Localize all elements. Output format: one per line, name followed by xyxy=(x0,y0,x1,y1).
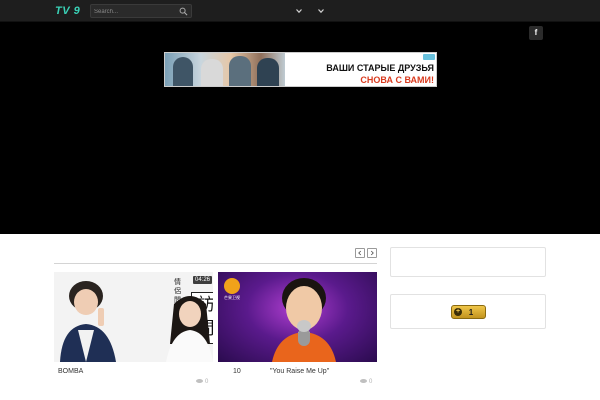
ad-person xyxy=(229,56,251,86)
video-view-count: 0 xyxy=(360,378,372,386)
search-box xyxy=(90,4,192,18)
advertisement-banner[interactable]: ВАШИ СТАРЫЕ ДРУЗЬЯ СНОВА С ВАМИ! xyxy=(164,52,437,87)
hero-player-area: f ВАШИ СТАРЫЕ ДРУЗЬЯ СНОВА С ВАМИ! xyxy=(0,22,600,234)
menu-dropdown-2-chevron-down-icon[interactable] xyxy=(317,7,325,15)
view-count-value: 0 xyxy=(369,379,373,385)
eye-icon xyxy=(360,379,367,384)
eye-icon xyxy=(196,379,203,384)
menu-dropdown-1-chevron-down-icon[interactable] xyxy=(295,7,303,15)
search-input[interactable] xyxy=(94,6,178,17)
video-thumbnail-1[interactable]: 情侶問 訪問 xyxy=(54,272,213,362)
ad-subheadline: СНОВА С ВАМИ! xyxy=(360,75,434,85)
ad-person xyxy=(257,58,279,86)
channel-logo-icon xyxy=(224,278,240,294)
video-thumbnail-2[interactable]: 芒果卫视 xyxy=(218,272,377,362)
ad-headline: ВАШИ СТАРЫЕ ДРУЗЬЯ xyxy=(326,63,434,73)
carousel-next-button[interactable] xyxy=(367,248,377,258)
video-duration-badge: 04:26 xyxy=(193,276,213,284)
video-view-count: 0 xyxy=(196,378,208,386)
video-title-link[interactable]: "You Raise Me Up" xyxy=(270,367,329,376)
ad-person xyxy=(173,57,193,86)
thumbnail-person xyxy=(272,278,336,362)
view-count-value: 0 xyxy=(205,379,209,385)
thumbnail-person xyxy=(60,281,116,362)
top-navbar: TV 9 xyxy=(0,0,600,22)
ad-photo xyxy=(165,53,285,86)
sidebar-widget-empty xyxy=(390,247,546,277)
plus-one-button[interactable]: + 1 xyxy=(451,305,486,319)
channel-logo-text: 芒果卫视 xyxy=(224,295,240,300)
search-icon[interactable] xyxy=(179,7,188,16)
video-title-prefix: 10 xyxy=(233,368,241,375)
video-title-link[interactable]: BOMBA xyxy=(58,367,83,376)
thumbnail-person xyxy=(166,296,213,362)
carousel-prev-button[interactable] xyxy=(355,248,365,258)
sidebar-widget-counter: + 1 xyxy=(390,294,546,329)
site-logo[interactable]: TV 9 xyxy=(55,5,80,18)
facebook-share-button[interactable]: f xyxy=(529,26,543,40)
section-divider xyxy=(54,263,377,264)
plus-one-count: 1 xyxy=(468,308,474,317)
ad-person xyxy=(201,59,223,86)
ad-choices-icon[interactable] xyxy=(423,54,435,60)
plus-icon: + xyxy=(454,308,462,316)
chevron-right-icon xyxy=(370,250,374,256)
facebook-icon: f xyxy=(534,28,538,37)
chevron-left-icon xyxy=(358,250,362,256)
